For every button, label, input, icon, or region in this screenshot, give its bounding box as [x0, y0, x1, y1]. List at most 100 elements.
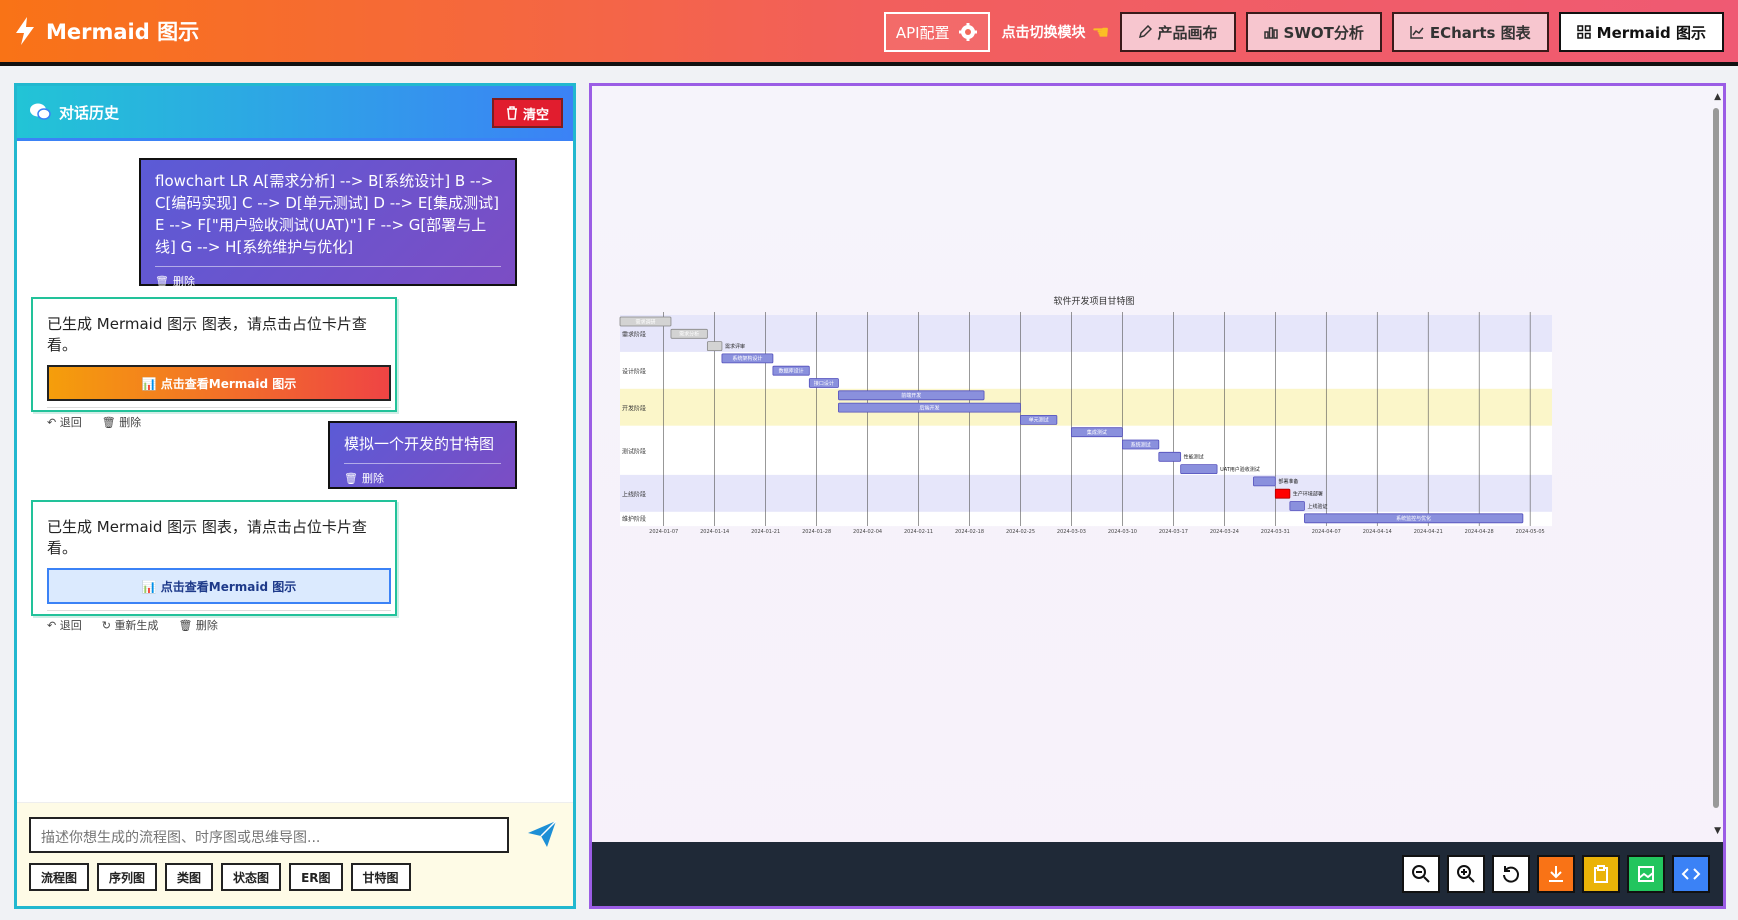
app-title: Mermaid 图示	[46, 20, 200, 44]
gantt-title: 软件开发项目甘特图	[1053, 295, 1134, 307]
prompt-input[interactable]	[29, 817, 509, 853]
gantt-tick-label: 2024-02-04	[853, 529, 882, 535]
zoom-in-button[interactable]	[1447, 855, 1485, 893]
gantt-chart: 需求阶段设计阶段开发阶段测试阶段上线阶段维护阶段2024-01-07 2024-0…	[619, 295, 1552, 535]
view-label: 📊 点击查看Mermaid 图示	[141, 376, 297, 391]
module-product-canvas-button[interactable]: 产品画布	[1119, 12, 1236, 52]
scroll-down-arrow[interactable]: ▼	[1714, 826, 1721, 836]
gantt-task-bar	[1253, 476, 1276, 487]
gantt-task-label: UAT用户验收测试	[1220, 466, 1260, 473]
divider	[344, 463, 501, 464]
module-mermaid-button[interactable]: Mermaid 图示	[1558, 12, 1724, 52]
gantt-tick-label: 2024-03-10	[1108, 529, 1137, 535]
gantt-tick-label: 2024-02-11	[904, 529, 933, 535]
message-text: flowchart LR A[需求分析] --> B[系统设计] B --> C…	[155, 172, 500, 256]
clear-history-button[interactable]: 清空	[491, 98, 563, 128]
image-icon	[1638, 866, 1654, 882]
gantt-tick-label: 2024-04-07	[1312, 529, 1341, 535]
composer: 流程图 序列图 类图 状态图 ER图 甘特图	[17, 802, 573, 906]
module-label: ECharts 图表	[1429, 23, 1531, 42]
delete-label: 删除	[195, 619, 218, 632]
module-swot-button[interactable]: SWOT分析	[1245, 12, 1382, 52]
zoom-out-button[interactable]	[1402, 855, 1440, 893]
diagram-type-chips: 流程图 序列图 类图 状态图 ER图 甘特图	[29, 863, 419, 891]
chat-history-title: 对话历史	[59, 103, 120, 122]
divider	[47, 610, 391, 611]
export-image-button[interactable]	[1627, 855, 1665, 893]
gantt-tick-label: 2024-01-07	[649, 529, 678, 535]
message-actions: ↶ 退回 ↻ 重新生成 🗑 删除	[47, 617, 381, 633]
pen-icon	[1138, 25, 1152, 39]
undo-button[interactable]: ↶ 退回	[47, 617, 92, 633]
send-icon[interactable]	[525, 817, 559, 851]
api-config-button[interactable]: API配置	[883, 12, 990, 52]
gantt-task-label: 需求评审	[725, 343, 745, 350]
user-message: 模拟一个开发的甘特图 🗑 删除	[328, 421, 517, 489]
message-text: 模拟一个开发的甘特图	[344, 435, 495, 453]
chat-history-panel: 对话历史 清空 flowchart LR A[需求分析] --> B[系统设计]…	[14, 83, 576, 909]
delete-label: 删除	[119, 416, 142, 429]
undo-label: 退回	[59, 416, 82, 429]
delete-message-button[interactable]: 🗑 删除	[178, 617, 227, 633]
bot-message: 已生成 Mermaid 图示 图表，请点击占位卡片查看。 📊 点击查看Merma…	[31, 500, 397, 632]
grid-icon	[1576, 25, 1591, 39]
chip-gantt[interactable]: 甘特图	[350, 863, 411, 891]
module-label: Mermaid 图示	[1596, 23, 1706, 42]
gantt-task-label: 系统架构设计	[732, 355, 762, 362]
gantt-section-label: 测试阶段	[622, 447, 646, 455]
gantt-task-label: 性能测试	[1184, 454, 1204, 461]
message-text: 已生成 Mermaid 图示 图表，请点击占位卡片查看。	[47, 315, 367, 354]
user-message: flowchart LR A[需求分析] --> B[系统设计] B --> C…	[139, 158, 517, 289]
chip-sequence[interactable]: 序列图	[97, 863, 158, 891]
module-echarts-button[interactable]: ECharts 图表	[1391, 12, 1549, 52]
gantt-tick-label: 2024-01-28	[802, 529, 831, 535]
gantt-section-band	[620, 388, 1552, 428]
chip-state[interactable]: 状态图	[221, 863, 282, 891]
reset-button[interactable]	[1492, 855, 1530, 893]
delete-message-button[interactable]: 🗑 删除	[102, 414, 151, 430]
scrollbar-thumb[interactable]	[1713, 108, 1719, 808]
regenerate-button[interactable]: ↻ 重新生成	[102, 617, 169, 633]
gantt-section-label: 需求阶段	[622, 330, 646, 338]
chip-er[interactable]: ER图	[289, 863, 343, 891]
copy-button[interactable]	[1582, 855, 1620, 893]
chip-class[interactable]: 类图	[165, 863, 214, 891]
gantt-task-bar	[706, 341, 723, 352]
scroll-up-arrow[interactable]: ▲	[1714, 92, 1721, 102]
delete-label: 删除	[361, 472, 384, 485]
zoom-out-icon	[1412, 865, 1430, 883]
gantt-task-label: 上线验证	[1307, 503, 1327, 510]
gantt-task-label: 部署准备	[1278, 478, 1298, 485]
pointing-hand-icon: ☚	[1091, 20, 1110, 44]
gantt-tick-label: 2024-03-03	[1057, 529, 1086, 535]
gantt-section-band	[620, 474, 1552, 514]
lightning-icon	[16, 17, 34, 45]
gantt-tick-label: 2024-04-28	[1465, 529, 1494, 535]
module-label: 产品画布	[1157, 23, 1218, 42]
api-config-label: API配置	[895, 23, 950, 42]
gantt-task-bar	[1289, 501, 1305, 511]
gantt-task-bar	[1274, 488, 1291, 499]
gantt-task-label: 需求分析	[679, 331, 699, 338]
delete-message-button[interactable]: 🗑 删除	[344, 470, 501, 486]
code-button[interactable]	[1672, 855, 1710, 893]
gantt-tick-label: 2024-03-17	[1159, 529, 1188, 535]
gantt-section-label: 上线阶段	[622, 490, 646, 498]
delete-message-button[interactable]: 🗑 删除	[155, 273, 501, 289]
download-button[interactable]	[1537, 855, 1575, 893]
gantt-task-label: 前端开发	[901, 392, 921, 399]
download-icon	[1549, 866, 1563, 882]
switch-module-hint: 点击切换模块 ☚	[1002, 20, 1110, 44]
regenerate-label: 重新生成	[114, 619, 159, 632]
gantt-tick-label: 2024-03-31	[1261, 529, 1290, 535]
view-mermaid-card-button[interactable]: 📊 点击查看Mermaid 图示	[47, 568, 391, 604]
gantt-task-label: 需求调研	[635, 318, 655, 325]
undo-button[interactable]: ↶ 退回	[47, 414, 92, 430]
gantt-section-label: 维护阶段	[622, 515, 646, 523]
gantt-task-label: 系统监控与优化	[1396, 515, 1431, 522]
module-label: SWOT分析	[1283, 23, 1364, 42]
chat-history-header: 对话历史 清空	[17, 86, 573, 141]
view-mermaid-card-button[interactable]: 📊 点击查看Mermaid 图示	[47, 365, 391, 401]
divider	[155, 266, 501, 267]
chip-flowchart[interactable]: 流程图	[29, 863, 90, 891]
